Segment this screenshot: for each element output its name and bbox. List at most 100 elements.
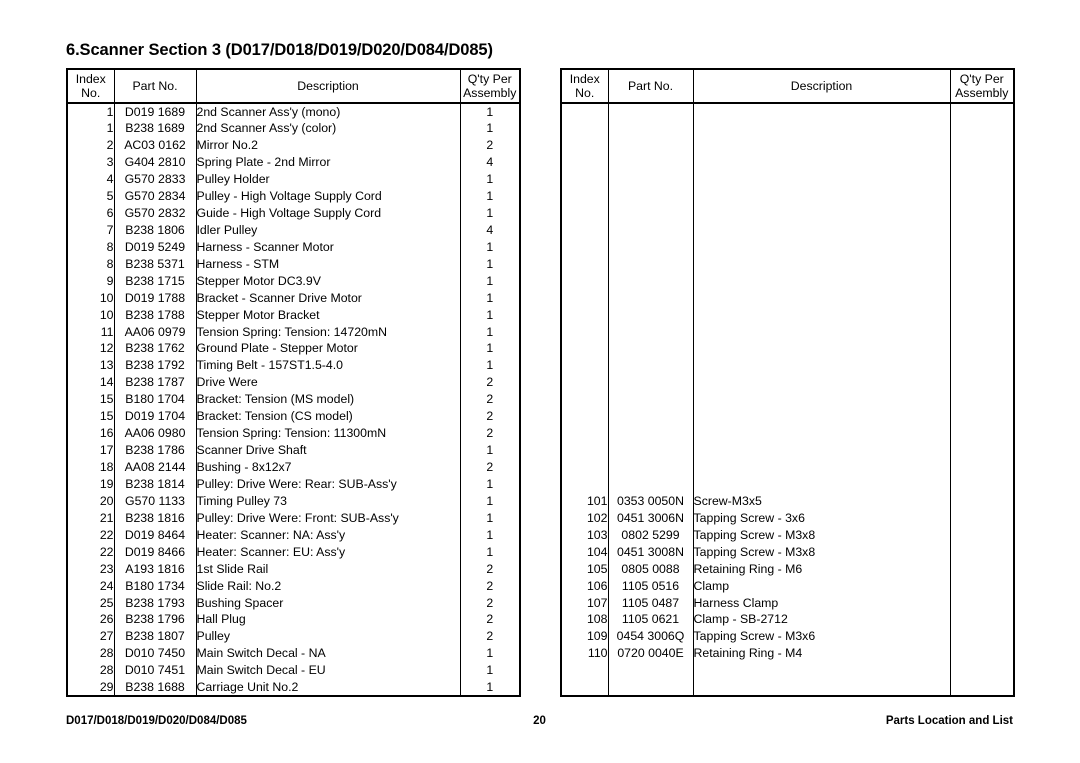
table-row: 15 D019 1704 Bracket: Tension (CS model) 2 bbox=[67, 407, 520, 425]
cell-blank bbox=[608, 119, 694, 137]
cell-qty-per-assembly: 1 bbox=[486, 239, 494, 254]
cell-description: Heater: Scanner: NA: Ass'y bbox=[196, 526, 461, 544]
cell-blank bbox=[561, 340, 609, 358]
cell-blank bbox=[561, 153, 609, 171]
cell-description: Pulley: Drive Were: Rear: SUB-Ass'y bbox=[196, 475, 461, 493]
table-row: 1 D019 1689 2nd Scanner Ass'y (mono) 1 bbox=[67, 103, 520, 120]
cell-description: Tapping Screw - 3x6 bbox=[693, 509, 951, 527]
cell-qty-per-assembly: 1 bbox=[486, 189, 494, 203]
cell-part-no: B238 1807 bbox=[114, 628, 197, 645]
cell-qty-per-assembly: 1 bbox=[486, 527, 494, 542]
cell-index-no: 104 bbox=[561, 543, 609, 561]
cell-index-no: 15 bbox=[67, 407, 115, 425]
cell-description: Harness - Scanner Motor bbox=[196, 238, 461, 256]
cell-qty-per-assembly bbox=[950, 628, 1014, 645]
cell-part-no: AC03 0162 bbox=[114, 136, 197, 154]
cell-qty-per-assembly: 1 bbox=[486, 104, 494, 119]
cell-qty-per-assembly: 1 bbox=[486, 290, 494, 305]
table-row: 104 0451 3008N Tapping Screw - M3x8 bbox=[561, 543, 1014, 561]
table-row-blank bbox=[561, 475, 1014, 493]
cell-index-no: 28 bbox=[67, 661, 115, 679]
table-row: 9 B238 1715 Stepper Motor DC3.9V 1 bbox=[67, 272, 520, 290]
cell-qty-per-assembly: 2 bbox=[486, 561, 494, 576]
cell-blank bbox=[608, 306, 694, 324]
cell-part-no: D019 8466 bbox=[114, 543, 197, 561]
column-header-part-no: Part No. bbox=[114, 69, 197, 104]
table-row: 8 D019 5249 Harness - Scanner Motor 1 bbox=[67, 238, 520, 256]
cell-blank bbox=[608, 272, 694, 290]
cell-description: Slide Rail: No.2 bbox=[196, 577, 461, 595]
cell-part-no: AA06 0980 bbox=[114, 424, 197, 442]
cell-index-no: 10 bbox=[67, 306, 115, 324]
cell-qty-per-assembly: 1 bbox=[486, 121, 494, 136]
cell-blank bbox=[950, 222, 1014, 239]
cell-blank bbox=[693, 340, 951, 358]
cell-blank bbox=[608, 136, 694, 154]
cell-qty-per-assembly bbox=[950, 526, 1014, 543]
cell-part-no: B238 1796 bbox=[114, 611, 197, 629]
table-row: 102 0451 3006N Tapping Screw - 3x6 bbox=[561, 509, 1014, 527]
cell-blank bbox=[693, 661, 951, 679]
table-row: 24 B180 1734 Slide Rail: No.2 2 bbox=[67, 577, 520, 595]
cell-blank bbox=[950, 323, 1014, 340]
cell-blank bbox=[608, 238, 694, 256]
cell-blank bbox=[608, 678, 694, 696]
cell-description: Bushing Spacer bbox=[196, 594, 461, 612]
cell-description: Drive Were bbox=[196, 374, 461, 391]
table-row: 28 D010 7451 Main Switch Decal - EU 1 bbox=[67, 661, 520, 679]
cell-index-no: 21 bbox=[67, 509, 115, 527]
cell-blank bbox=[950, 154, 1014, 171]
footer-page-number: 20 bbox=[533, 715, 546, 727]
cell-description: Harness - STM bbox=[196, 255, 461, 273]
cell-index-no: 9 bbox=[67, 272, 115, 290]
cell-index-no: 23 bbox=[67, 560, 115, 578]
cell-qty-per-assembly: 2 bbox=[486, 595, 494, 610]
cell-part-no: B238 5371 bbox=[114, 255, 197, 273]
cell-part-no: B238 1792 bbox=[114, 357, 197, 374]
cell-qty-per-assembly: 1 bbox=[486, 544, 494, 559]
cell-description: Mirror No.2 bbox=[196, 136, 461, 154]
cell-blank bbox=[561, 441, 609, 459]
cell-qty-per-assembly bbox=[950, 611, 1014, 628]
cell-blank bbox=[693, 390, 951, 408]
table-row-blank bbox=[561, 390, 1014, 408]
cell-index-no: 15 bbox=[67, 390, 115, 408]
cell-blank bbox=[693, 119, 951, 137]
cell-part-no: B238 1816 bbox=[114, 509, 197, 527]
cell-index-no: 5 bbox=[67, 187, 115, 205]
cell-qty-per-assembly: 1 bbox=[486, 646, 494, 661]
cell-index-no: 13 bbox=[67, 357, 115, 374]
cell-part-no: B180 1704 bbox=[114, 390, 197, 408]
cell-description: Pulley - High Voltage Supply Cord bbox=[196, 187, 461, 205]
cell-description: Tension Spring: Tension: 14720mN bbox=[196, 323, 461, 341]
cell-blank bbox=[693, 407, 951, 425]
cell-description: 2nd Scanner Ass'y (color) bbox=[196, 119, 461, 137]
cell-blank bbox=[693, 441, 951, 459]
cell-blank bbox=[950, 255, 1014, 272]
cell-part-no: G570 2833 bbox=[114, 170, 197, 188]
cell-qty-per-assembly: 1 bbox=[486, 341, 494, 356]
cell-description: Timing Belt - 157ST1.5-4.0 bbox=[196, 357, 461, 374]
cell-qty-per-assembly: 4 bbox=[486, 222, 494, 237]
table-row-blank bbox=[561, 255, 1014, 273]
cell-description: Carriage Unit No.2 bbox=[196, 678, 461, 696]
table-row: 4 G570 2833 Pulley Holder 1 bbox=[67, 170, 520, 188]
cell-blank bbox=[608, 323, 694, 341]
cell-part-no: B238 1688 bbox=[114, 678, 197, 696]
cell-blank bbox=[608, 357, 694, 374]
table-header-right: Index No. Part No. Description Q'ty Per … bbox=[561, 69, 1014, 104]
column-header-part-no: Part No. bbox=[608, 69, 694, 104]
cell-blank bbox=[561, 170, 609, 188]
cell-index-no: 106 bbox=[561, 577, 609, 595]
cell-qty-per-assembly: 2 bbox=[486, 392, 494, 407]
table-body-right: 101 0353 0050N Screw-M3x5 102 0451 3006N Tapp… bbox=[561, 103, 1014, 696]
cell-part-no: 0353 0050N bbox=[608, 492, 694, 510]
parts-table-left: Index No. Part No. Description Q'ty Per … bbox=[66, 68, 521, 697]
cell-qty-per-assembly: 1 bbox=[486, 256, 494, 271]
cell-index-no: 101 bbox=[561, 492, 609, 510]
cell-blank bbox=[950, 340, 1014, 357]
cell-part-no: 0720 0040E bbox=[608, 645, 694, 662]
cell-qty-per-assembly: 1 bbox=[486, 510, 494, 525]
cell-blank bbox=[950, 408, 1014, 425]
table-row: 11 AA06 0979 Tension Spring: Tension: 1472… bbox=[67, 323, 520, 341]
